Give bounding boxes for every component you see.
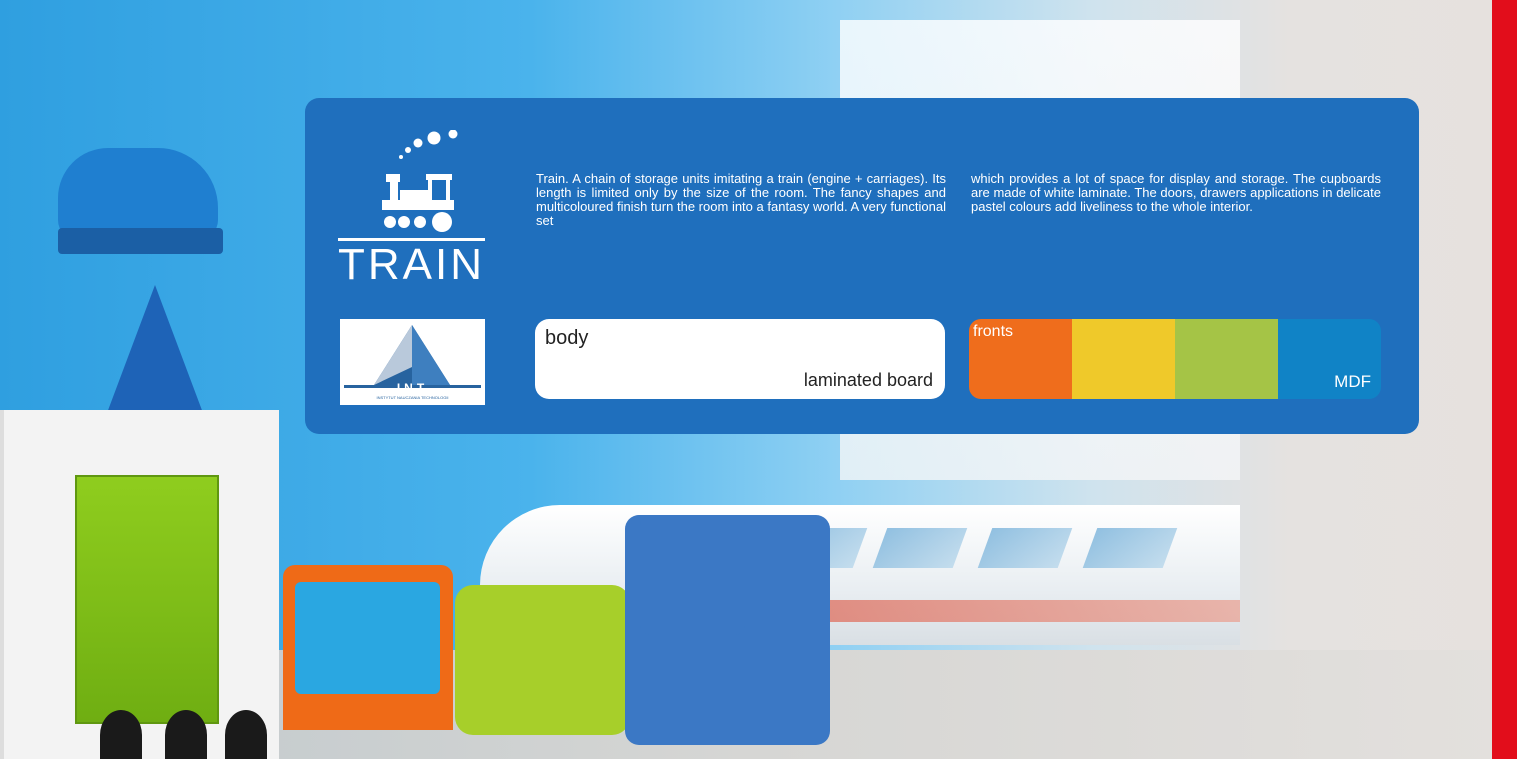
int-logo-subtext: INSTYTUT NAUCZANIA TECHNOLOGII — [376, 395, 449, 400]
train-logo: TRAIN — [338, 130, 485, 290]
int-logo: INT INSTYTUT NAUCZANIA TECHNOLOGII — [340, 319, 485, 405]
wardrobe-wheel — [225, 710, 267, 759]
cloud-shelf — [58, 148, 218, 240]
body-material-box: body laminated board — [535, 319, 945, 399]
body-label: body — [545, 327, 589, 349]
red-edge-band — [1492, 0, 1517, 759]
bed-window — [977, 528, 1073, 568]
wardrobe-door — [75, 475, 219, 724]
description-column-2: which provides a lot of space for displa… — [971, 171, 1381, 214]
wardrobe-wheel — [100, 710, 142, 759]
int-logo-text: INT — [396, 381, 429, 395]
color-swatch-yellow — [1072, 319, 1175, 399]
description-column-1: Train. A chain of storage units imitatin… — [536, 171, 946, 228]
wardrobe-wheel — [165, 710, 207, 759]
train-engine-icon — [338, 130, 485, 241]
fronts-material-value: MDF — [1334, 372, 1371, 391]
fronts-material-box: fronts MDF — [969, 319, 1381, 399]
blue-engine-chimney — [640, 515, 745, 635]
body-material-value: laminated board — [803, 370, 933, 390]
green-carriage-panel — [455, 585, 630, 735]
orange-panel-inset — [295, 582, 440, 694]
info-panel: TRAIN INT INSTYTUT NAUCZANIA TECHNOLOGII… — [305, 98, 1419, 434]
bed-window — [872, 528, 968, 568]
bed-window — [1082, 528, 1178, 568]
color-swatch-green — [1175, 319, 1278, 399]
shelf-base — [58, 228, 223, 254]
train-logo-text: TRAIN — [338, 240, 485, 289]
fronts-label: fronts — [973, 323, 1014, 340]
